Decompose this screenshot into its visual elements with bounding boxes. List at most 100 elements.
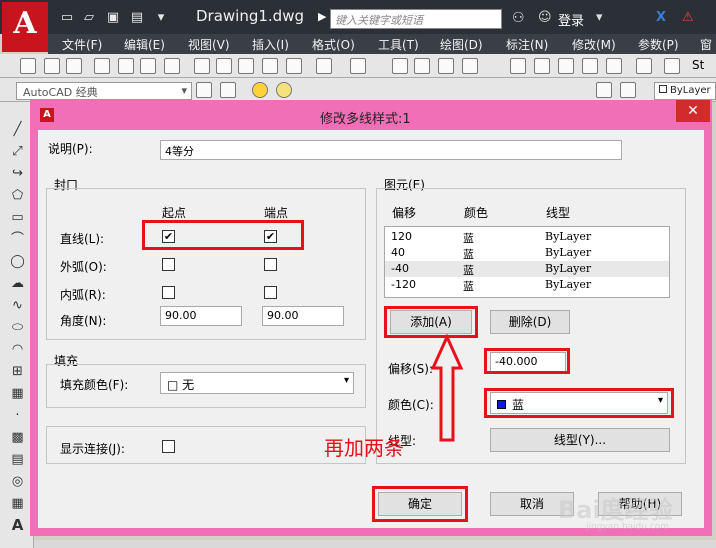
block-editor-icon[interactable]	[286, 58, 302, 74]
sheet-set-icon[interactable]	[582, 58, 598, 74]
gradient-icon[interactable]: ▤	[10, 452, 25, 467]
tool-palettes-icon[interactable]	[558, 58, 574, 74]
properties-icon[interactable]	[510, 58, 526, 74]
menu-edit[interactable]: 编辑(E)	[124, 36, 165, 53]
search-input[interactable]: 键入关键字或短语	[330, 9, 502, 29]
fill-color-dropdown[interactable]: □ 无 ▾	[160, 372, 354, 394]
cut-icon[interactable]	[194, 58, 210, 74]
layer-manager-icon[interactable]	[220, 82, 236, 98]
show-joints-label: 显示连接(J):	[60, 442, 125, 456]
list-item[interactable]: 120 蓝 ByLayer	[385, 229, 669, 245]
insert-block-icon[interactable]: ⊞	[10, 364, 25, 379]
publish-icon[interactable]	[140, 58, 156, 74]
layer-state-icon[interactable]	[620, 82, 636, 98]
layer-previous-icon[interactable]	[596, 82, 612, 98]
outer-arc-start-checkbox[interactable]	[162, 258, 175, 271]
markup-icon[interactable]	[606, 58, 622, 74]
binoculars-icon[interactable]: ⚇	[512, 10, 525, 26]
spline-icon[interactable]: ∿	[10, 298, 25, 313]
ellipse-arc-icon[interactable]: ◠	[10, 342, 25, 357]
redo-icon[interactable]	[350, 58, 366, 74]
revision-cloud-icon[interactable]: ☁	[10, 276, 25, 291]
menu-file[interactable]: 文件(F)	[62, 36, 102, 53]
table-icon[interactable]: ▦	[10, 496, 25, 511]
bylayer-dropdown[interactable]: ByLayer	[654, 82, 716, 100]
menu-parameter[interactable]: 参数(P)	[638, 36, 679, 53]
ellipse-icon[interactable]: ⬭	[10, 320, 25, 335]
design-center-icon[interactable]	[534, 58, 550, 74]
list-item[interactable]: -120 蓝 ByLayer	[385, 277, 669, 293]
modify-mline-style-dialog: A 修改多线样式:1 ✕ 说明(P): 4等分 封口 起点 端点 直线(L): …	[30, 100, 712, 536]
menu-draw[interactable]: 绘图(D)	[440, 36, 483, 53]
description-input[interactable]: 4等分	[160, 140, 622, 160]
element-offset: -120	[391, 278, 416, 291]
elements-list[interactable]: 120 蓝 ByLayer 40 蓝 ByLayer -40 蓝 ByLayer…	[384, 226, 670, 298]
point-icon[interactable]: ·	[10, 408, 25, 423]
new-file-icon[interactable]: ▭	[58, 10, 76, 26]
dialog-title-bar[interactable]: A 修改多线样式:1 ✕	[30, 100, 712, 130]
save-as-icon[interactable]: ▤	[128, 10, 146, 26]
command-line[interactable]	[34, 540, 716, 548]
menu-view[interactable]: 视图(V)	[188, 36, 230, 53]
match-properties-icon[interactable]	[262, 58, 278, 74]
login-link[interactable]: 登录	[558, 10, 584, 29]
arc-icon[interactable]: ⌒	[10, 232, 25, 247]
inner-arc-end-checkbox[interactable]	[264, 286, 277, 299]
description-label: 说明(P):	[48, 142, 93, 156]
undo-icon[interactable]	[316, 58, 332, 74]
plot-icon[interactable]	[94, 58, 110, 74]
save-icon[interactable]: ▣	[104, 10, 122, 26]
open-icon[interactable]	[44, 58, 60, 74]
help-tool-icon[interactable]	[636, 58, 652, 74]
make-block-icon[interactable]: ▦	[10, 386, 25, 401]
dropdown-icon[interactable]: ▾	[596, 10, 603, 25]
workspace-dropdown[interactable]: AutoCAD 经典 ▾	[16, 82, 192, 100]
help-icon[interactable]: ⚠	[682, 10, 694, 25]
hatch-icon[interactable]: ▩	[10, 430, 25, 445]
open-folder-icon[interactable]: ▱	[80, 10, 98, 26]
autocad-logo-button[interactable]: A	[2, 2, 48, 52]
exchange-icon[interactable]: X	[656, 10, 666, 25]
outer-arc-end-checkbox[interactable]	[264, 258, 277, 271]
line-tool-icon[interactable]: ╱	[10, 122, 25, 137]
menu-format[interactable]: 格式(O)	[312, 36, 355, 53]
sun-icon[interactable]	[276, 82, 292, 98]
list-item-selected[interactable]: -40 蓝 ByLayer	[385, 261, 669, 277]
menu-modify[interactable]: 修改(M)	[572, 36, 616, 53]
3d-dwf-icon[interactable]	[164, 58, 180, 74]
zoom-previous-icon[interactable]	[462, 58, 478, 74]
menu-window[interactable]: 窗	[700, 36, 712, 53]
region-icon[interactable]: ◎	[10, 474, 25, 489]
qnew-icon[interactable]	[20, 58, 36, 74]
polygon-icon[interactable]: ⬠	[10, 188, 25, 203]
menu-tools[interactable]: 工具(T)	[378, 36, 419, 53]
pan-icon[interactable]	[392, 58, 408, 74]
close-icon[interactable]: ✕	[676, 100, 710, 122]
multiline-text-icon[interactable]: A	[10, 518, 25, 533]
search-expand-icon[interactable]: ▶	[318, 10, 326, 23]
menu-insert[interactable]: 插入(I)	[252, 36, 289, 53]
show-joints-checkbox[interactable]	[162, 440, 175, 453]
chevron-down-icon: ▾	[181, 84, 187, 97]
preview-icon[interactable]	[118, 58, 134, 74]
angle-start-input[interactable]: 90.00	[160, 306, 242, 326]
quick-access-dropdown-icon[interactable]: ▾	[152, 10, 170, 26]
paste-icon[interactable]	[238, 58, 254, 74]
bulb-icon[interactable]	[252, 82, 268, 98]
text-style-icon[interactable]	[664, 58, 680, 74]
zoom-realtime-icon[interactable]	[414, 58, 430, 74]
polyline-icon[interactable]: ↪	[10, 166, 25, 181]
workspace-settings-icon[interactable]	[196, 82, 212, 98]
delete-element-button[interactable]: 删除(D)	[490, 310, 570, 334]
linetype-button[interactable]: 线型(Y)...	[490, 428, 670, 452]
copy-icon[interactable]	[216, 58, 232, 74]
inner-arc-start-checkbox[interactable]	[162, 286, 175, 299]
construction-line-icon[interactable]: ⤢	[10, 144, 25, 159]
list-item[interactable]: 40 蓝 ByLayer	[385, 245, 669, 261]
angle-end-input[interactable]: 90.00	[262, 306, 344, 326]
rectangle-icon[interactable]: ▭	[10, 210, 25, 225]
save-tool-icon[interactable]	[66, 58, 82, 74]
zoom-window-icon[interactable]	[438, 58, 454, 74]
circle-icon[interactable]: ◯	[10, 254, 25, 269]
menu-dimension[interactable]: 标注(N)	[506, 36, 548, 53]
